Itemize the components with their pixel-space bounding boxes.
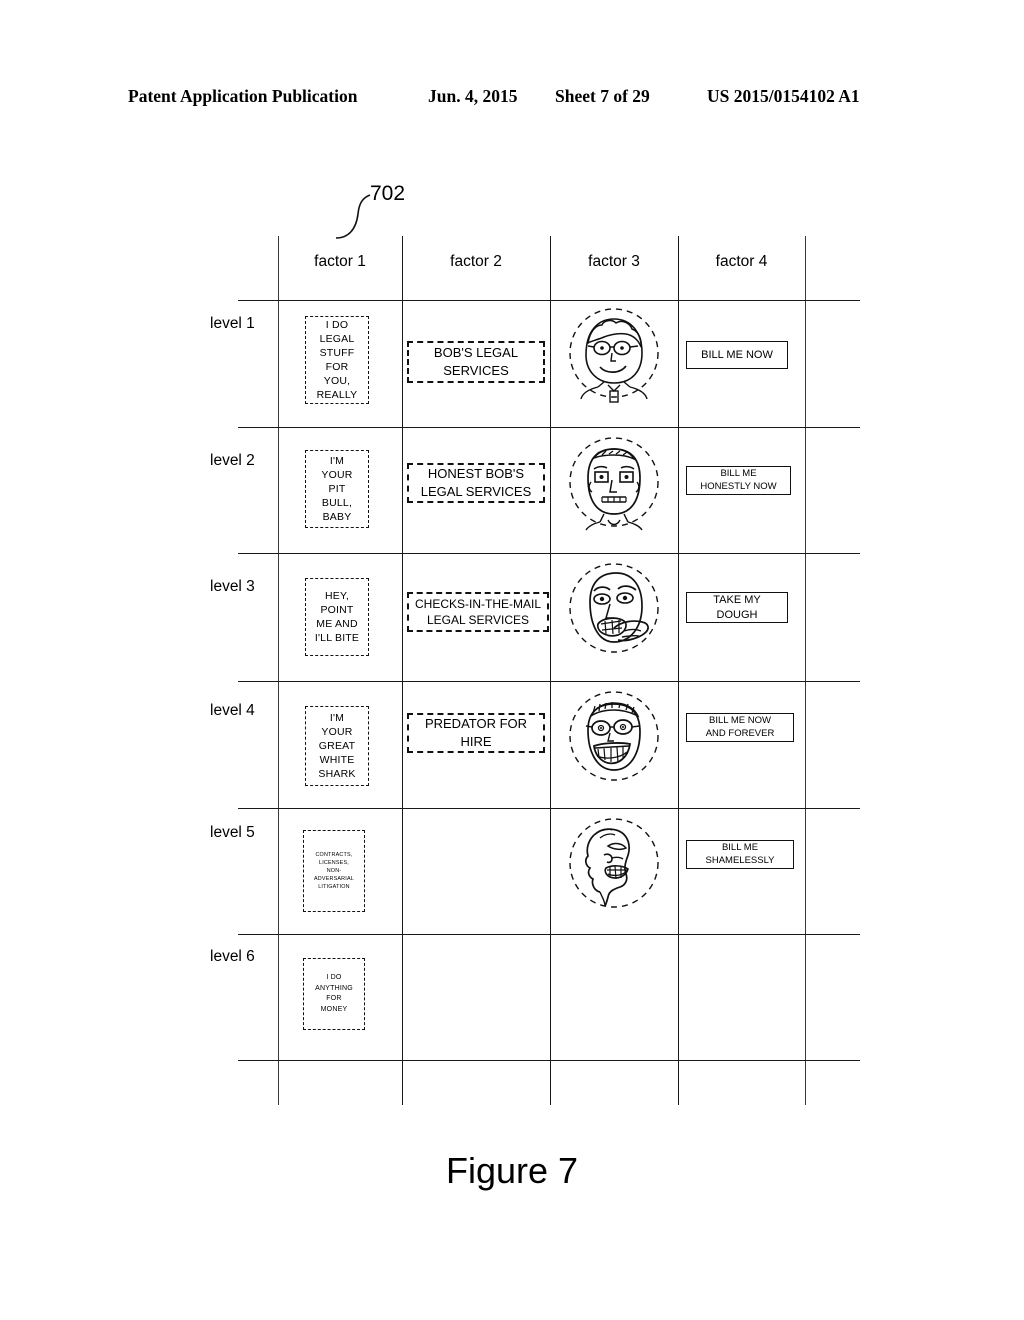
- name-box-level-3: CHECKS-IN-THE-MAIL LEGAL SERVICES: [407, 592, 549, 632]
- grid-hline-1: [238, 427, 860, 428]
- tagline-box-level-3: HEY, POINT ME AND I'LL BITE: [305, 578, 369, 656]
- grid-vline-2: [550, 236, 551, 1105]
- slogan-box-level-4: BILL ME NOW AND FOREVER: [686, 713, 794, 742]
- tagline-box-level-6: I DO ANYTHING FOR MONEY: [303, 958, 365, 1030]
- avatar-level-4: [564, 686, 664, 791]
- slogan-box-level-3: TAKE MY DOUGH: [686, 592, 788, 623]
- name-box-level-2: HONEST BOB'S LEGAL SERVICES: [407, 463, 545, 503]
- row-header-level-1: level 1: [210, 315, 255, 332]
- row-header-level-3: level 3: [210, 578, 255, 595]
- tagline-box-level-2: I'M YOUR PIT BULL, BABY: [305, 450, 369, 528]
- grid-hline-3: [238, 681, 860, 682]
- grid-vline-3: [678, 236, 679, 1105]
- column-header-factor-1: factor 1: [314, 253, 366, 270]
- grid-hline-4: [238, 808, 860, 809]
- grid-vline-1: [402, 236, 403, 1105]
- tagline-box-level-4: I'M YOUR GREAT WHITE SHARK: [305, 706, 369, 786]
- column-header-factor-2: factor 2: [450, 253, 502, 270]
- row-header-level-2: level 2: [210, 452, 255, 469]
- figure-7-drawing: 702 factor 1 factor 2 factor 3 factor 4 …: [0, 0, 1024, 1320]
- grid-hline-6: [238, 1060, 860, 1061]
- avatar-level-3: [564, 558, 664, 663]
- grid-hline-5: [238, 934, 860, 935]
- avatar-level-1: [564, 303, 664, 408]
- row-header-level-6: level 6: [210, 948, 255, 965]
- grid-hline-2: [238, 553, 860, 554]
- grid-hline-0: [238, 300, 860, 301]
- reference-numeral-702: 702: [370, 182, 406, 205]
- column-header-factor-3: factor 3: [588, 253, 640, 270]
- tagline-box-level-5: CONTRACTS, LICENSES, NON- ADVERSARIAL LITIGA…: [303, 830, 365, 912]
- slogan-box-level-5: BILL ME SHAMELESSLY: [686, 840, 794, 869]
- column-header-factor-4: factor 4: [715, 253, 768, 270]
- figure-caption: Figure 7: [445, 1150, 579, 1191]
- tagline-box-level-1: I DO LEGAL STUFF FOR YOU, REALLY: [305, 316, 369, 404]
- avatar-level-5: [564, 813, 664, 918]
- slogan-box-level-2: BILL ME HONESTLY NOW: [686, 466, 791, 495]
- name-box-level-4: PREDATOR FOR HIRE: [407, 713, 545, 753]
- avatar-level-2: [564, 432, 664, 537]
- name-box-level-1: BOB'S LEGAL SERVICES: [407, 341, 545, 383]
- slogan-box-level-1: BILL ME NOW: [686, 341, 788, 369]
- row-header-level-5: level 5: [210, 824, 255, 841]
- grid-vline-right: [805, 236, 806, 1105]
- row-header-level-4: level 4: [210, 702, 255, 719]
- grid-vline-left: [278, 236, 279, 1105]
